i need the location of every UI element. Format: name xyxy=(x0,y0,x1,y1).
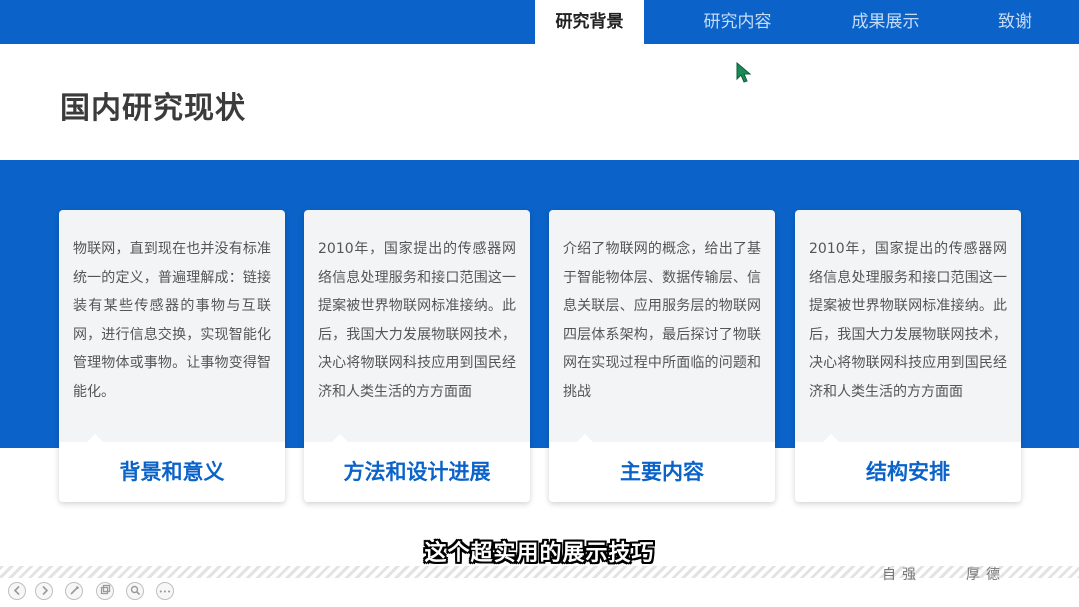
card-notch xyxy=(87,434,103,442)
info-card-1: 物联网，直到现在也并没有标准统一的定义，普遍理解成：链接装有某些传感器的事物与互… xyxy=(59,210,285,502)
card-footer: 主要内容 xyxy=(549,442,775,502)
top-nav-bar: 研究背景 研究内容 成果展示 致谢 xyxy=(0,0,1079,44)
tab-research-background[interactable]: 研究背景 xyxy=(535,0,644,44)
footer-motto-left: 自强 xyxy=(882,567,922,583)
card-heading[interactable]: 方法和设计进展 xyxy=(304,456,530,486)
card-footer: 方法和设计进展 xyxy=(304,442,530,502)
card-notch xyxy=(577,434,593,442)
card-footer: 结构安排 xyxy=(795,442,1021,502)
card-notch xyxy=(332,434,348,442)
card-body-text: 2010年，国家提出的传感器网络信息处理服务和接口范围这一提案被世界物联网标准接… xyxy=(318,241,516,400)
prev-icon[interactable] xyxy=(8,582,26,600)
pen-icon[interactable] xyxy=(65,582,83,600)
video-subtitle: 这个超实用的展示技巧 xyxy=(424,541,655,566)
info-card-2: 2010年，国家提出的传感器网络信息处理服务和接口范围这一提案被世界物联网标准接… xyxy=(304,210,530,502)
info-card-4: 2010年，国家提出的传感器网络信息处理服务和接口范围这一提案被世界物联网标准接… xyxy=(795,210,1021,502)
zoom-icon[interactable] xyxy=(126,582,144,600)
card-notch xyxy=(823,434,839,442)
card-body-text: 物联网，直到现在也并没有标准统一的定义，普遍理解成：链接装有某些传感器的事物与互… xyxy=(73,241,271,400)
slides-icon[interactable] xyxy=(96,582,114,600)
card-heading[interactable]: 背景和意义 xyxy=(59,456,285,486)
tab-research-content[interactable]: 研究内容 xyxy=(680,0,795,44)
slide: 研究背景 研究内容 成果展示 致谢 国内研究现状 物联网，直到现在也并没有标准统… xyxy=(0,0,1079,607)
card-heading[interactable]: 主要内容 xyxy=(549,456,775,486)
card-footer: 背景和意义 xyxy=(59,442,285,502)
info-card-3: 介绍了物联网的概念，给出了基于智能物体层、数据传输层、信息关联层、应用服务层的物… xyxy=(549,210,775,502)
title-area: 国内研究现状 xyxy=(0,44,1079,160)
mouse-cursor-icon xyxy=(736,62,752,83)
next-icon[interactable] xyxy=(35,582,53,600)
more-icon[interactable]: ••• xyxy=(156,582,174,600)
footer-motto-right: 厚德 xyxy=(966,567,1006,583)
card-body-text: 介绍了物联网的概念，给出了基于智能物体层、数据传输层、信息关联层、应用服务层的物… xyxy=(563,241,761,400)
card-body-text: 2010年，国家提出的传感器网络信息处理服务和接口范围这一提案被世界物联网标准接… xyxy=(809,241,1007,400)
tab-acknowledgements[interactable]: 致谢 xyxy=(975,0,1055,44)
tab-results[interactable]: 成果展示 xyxy=(828,0,943,44)
card-heading[interactable]: 结构安排 xyxy=(795,456,1021,486)
page-title: 国内研究现状 xyxy=(60,91,246,126)
